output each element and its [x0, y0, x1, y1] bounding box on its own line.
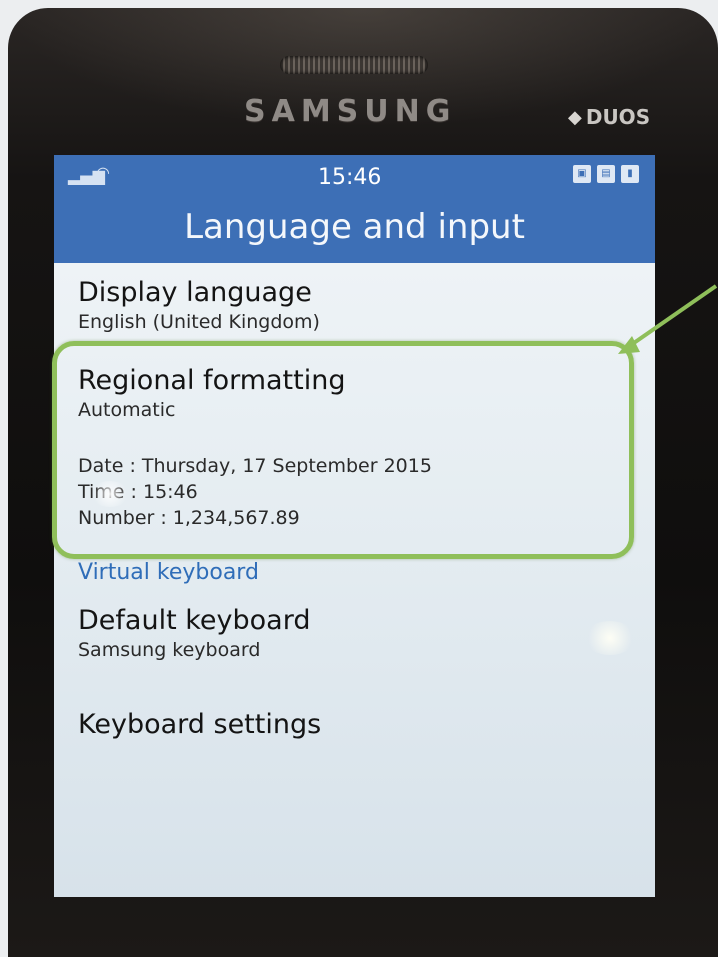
wifi-icon: ◠ — [96, 163, 110, 182]
screen-glare — [584, 621, 636, 655]
photo-frame: SAMSUNG ◆ DUOS ▂▄▆ ◠ 15:46 ▣ ▤ ▮ Languag… — [0, 0, 718, 957]
default-keyboard-title: Default keyboard — [78, 605, 311, 636]
virtual-keyboard-section-header: Virtual keyboard — [78, 560, 259, 585]
notification-icon: ▣ — [573, 165, 591, 183]
annotation-highlight-box — [52, 341, 634, 559]
sim-icon: ▤ — [597, 165, 615, 183]
page-header: Language and input — [54, 195, 655, 263]
status-bar: ▂▄▆ ◠ 15:46 ▣ ▤ ▮ — [54, 155, 655, 195]
duos-label: DUOS — [585, 105, 651, 129]
display-language-value: English (United Kingdom) — [78, 311, 320, 333]
display-language-title: Display language — [78, 277, 312, 308]
battery-icon: ▮ — [621, 165, 639, 183]
status-time: 15:46 — [318, 165, 382, 190]
keyboard-settings-item[interactable]: Keyboard settings — [78, 709, 321, 740]
brand-logo: SAMSUNG — [244, 94, 457, 129]
default-keyboard-item[interactable]: Default keyboard Samsung keyboard — [78, 605, 310, 661]
earpiece-speaker — [280, 56, 428, 74]
default-keyboard-value: Samsung keyboard — [78, 639, 261, 661]
page-title: Language and input — [184, 207, 525, 247]
duos-badge: ◆ DUOS — [568, 105, 650, 129]
display-language-item[interactable]: Display language English (United Kingdom… — [78, 277, 320, 333]
keyboard-settings-title: Keyboard settings — [78, 709, 322, 740]
status-icons: ▣ ▤ ▮ — [573, 165, 639, 183]
dual-sim-icon: ◆ — [568, 106, 582, 128]
